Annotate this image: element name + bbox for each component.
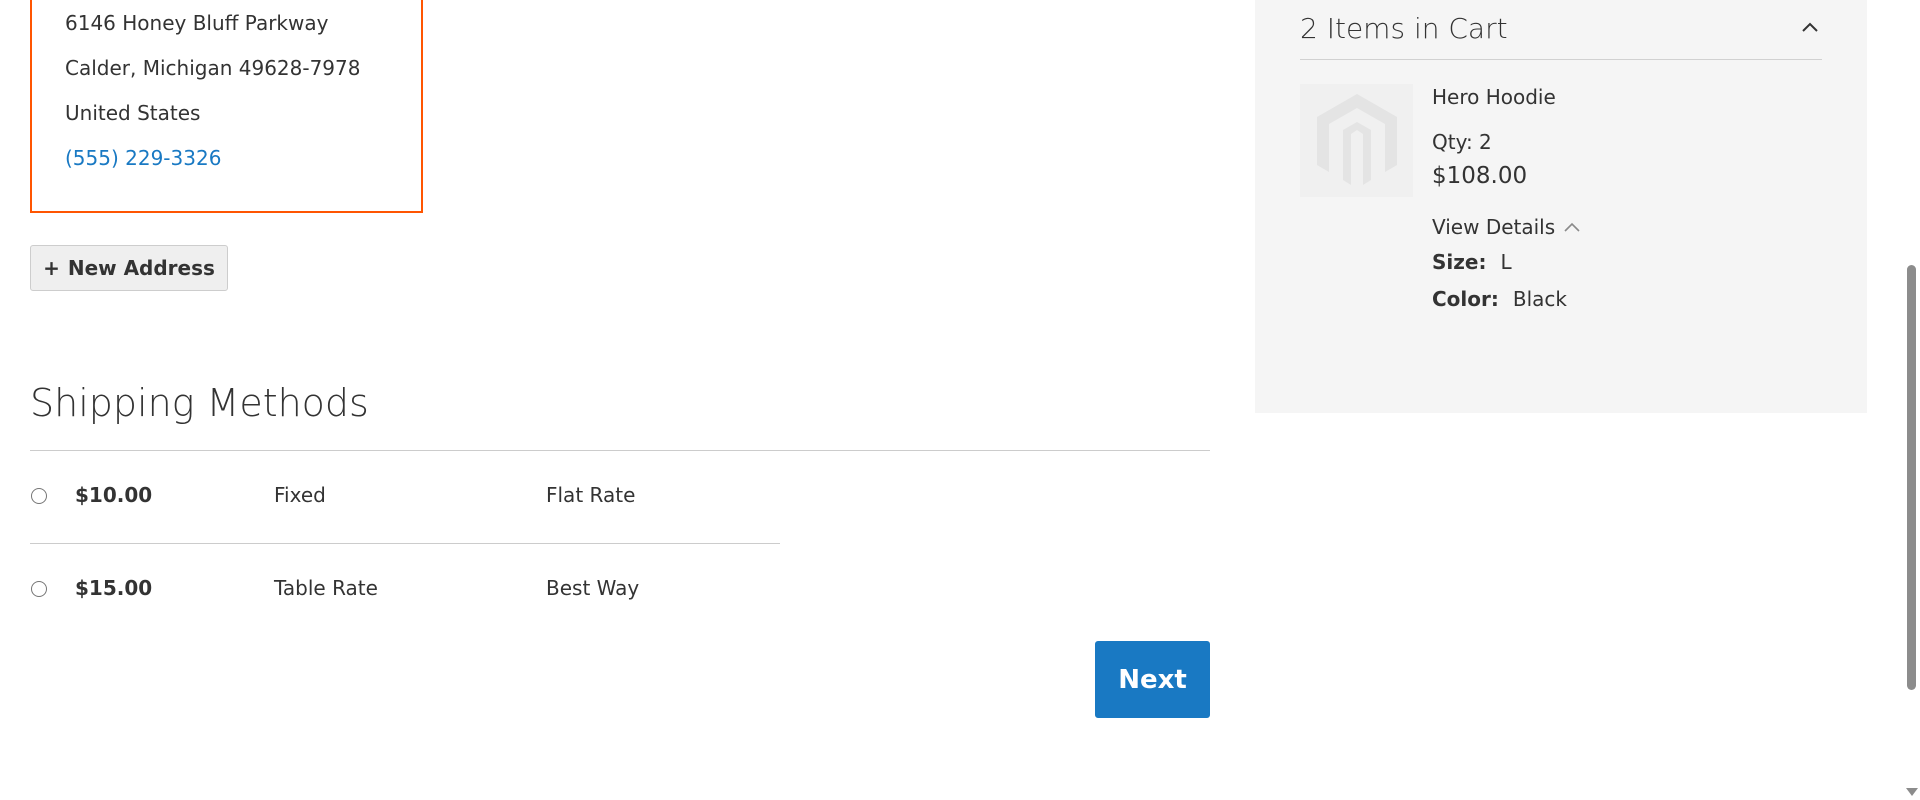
scrollbar-thumb[interactable] bbox=[1907, 265, 1916, 690]
next-button[interactable]: Next bbox=[1095, 641, 1210, 718]
shipping-methods-title: Shipping Methods bbox=[30, 381, 369, 425]
view-details-label: View Details bbox=[1432, 215, 1556, 239]
product-qty: Qty: 2 bbox=[1432, 130, 1492, 154]
vertical-scrollbar[interactable] bbox=[1903, 0, 1920, 800]
chevron-up-icon[interactable] bbox=[1798, 15, 1822, 39]
shipping-method-name: Fixed bbox=[274, 483, 326, 507]
shipping-method-price: $10.00 bbox=[75, 483, 153, 507]
order-summary: 2 Items in Cart Hero Hoodie Qty: 2 $108.… bbox=[1255, 0, 1867, 413]
shipping-method-radio[interactable] bbox=[31, 581, 47, 597]
shipping-method-carrier: Best Way bbox=[546, 576, 640, 600]
plus-icon: + bbox=[43, 256, 60, 280]
scroll-down-arrow-icon[interactable] bbox=[1906, 788, 1918, 796]
product-price: $108.00 bbox=[1432, 163, 1528, 189]
shipping-method-row[interactable]: $10.00 Fixed Flat Rate bbox=[30, 476, 780, 516]
cart-items-title: 2 Items in Cart bbox=[1300, 12, 1508, 45]
address-street: 6146 Honey Bluff Parkway bbox=[65, 11, 329, 35]
address-country: United States bbox=[65, 101, 201, 125]
product-option-color: Color: Black bbox=[1432, 287, 1567, 311]
option-value: L bbox=[1500, 250, 1512, 274]
product-option-size: Size: L bbox=[1432, 250, 1512, 274]
shipping-method-radio[interactable] bbox=[31, 488, 47, 504]
product-name: Hero Hoodie bbox=[1432, 85, 1556, 109]
address-city-region-zip: Calder, Michigan 49628-7978 bbox=[65, 56, 361, 80]
new-address-button[interactable]: + New Address bbox=[30, 245, 228, 291]
option-label: Size: bbox=[1432, 250, 1487, 274]
shipping-method-carrier: Flat Rate bbox=[546, 483, 636, 507]
option-label: Color: bbox=[1432, 287, 1499, 311]
shipping-method-name: Table Rate bbox=[274, 576, 378, 600]
chevron-up-icon bbox=[1564, 222, 1580, 232]
shipping-method-price: $15.00 bbox=[75, 576, 153, 600]
shipping-title-divider bbox=[30, 450, 1210, 451]
option-value: Black bbox=[1512, 287, 1567, 311]
address-phone-link[interactable]: (555) 229-3326 bbox=[65, 146, 221, 170]
checkout-page: 6146 Honey Bluff Parkway Calder, Michiga… bbox=[0, 0, 1920, 800]
product-image[interactable] bbox=[1300, 84, 1413, 197]
new-address-label: New Address bbox=[67, 256, 215, 280]
magento-logo-placeholder-icon bbox=[1316, 93, 1397, 185]
shipping-method-row[interactable]: $15.00 Table Rate Best Way bbox=[30, 569, 780, 609]
selected-address-card[interactable]: 6146 Honey Bluff Parkway Calder, Michiga… bbox=[30, 0, 423, 213]
cart-items-header[interactable]: 2 Items in Cart bbox=[1300, 9, 1822, 60]
view-details-toggle[interactable]: View Details bbox=[1432, 215, 1581, 239]
shipping-method-divider bbox=[30, 543, 780, 544]
